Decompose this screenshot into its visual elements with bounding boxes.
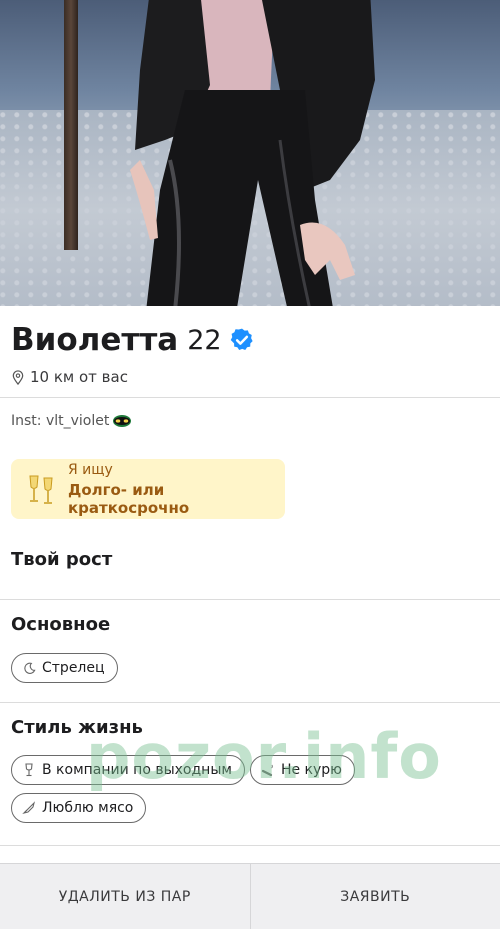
photo-person (130, 0, 375, 306)
chip-label: Стрелец (42, 660, 105, 676)
chip-zodiac: Стрелец (11, 653, 118, 683)
profile-header: Виолетта 22 10 км от вас (11, 318, 489, 389)
looking-for-value: Долго- или краткосрочно (68, 480, 190, 517)
chip-diet: Люблю мясо (11, 793, 147, 823)
bottom-action-bar: УДАЛИТЬ ИЗ ПАР ЗАЯВИТЬ (0, 863, 500, 929)
basic-chips: Стрелец (11, 653, 489, 683)
distance-text: 10 км от вас (30, 368, 128, 386)
champagne-glasses-icon (21, 469, 60, 509)
watermark: pozor.info (86, 720, 442, 793)
wine-glass-icon (22, 763, 36, 777)
bio-text: Inst: vlt_violet (11, 413, 110, 429)
utensils-icon (22, 801, 36, 815)
moon-icon (22, 661, 36, 675)
divider (0, 397, 500, 398)
divider (0, 599, 500, 600)
remove-match-button[interactable]: УДАЛИТЬ ИЗ ПАР (0, 864, 250, 929)
photo-post (64, 0, 78, 250)
report-button[interactable]: ЗАЯВИТЬ (251, 864, 500, 929)
profile-photo[interactable] (0, 0, 500, 306)
mask-emoji-icon (113, 415, 132, 427)
height-section-title[interactable]: Твой рост (11, 549, 112, 570)
location-pin-icon (12, 369, 24, 385)
divider (0, 845, 500, 846)
basic-section-title: Основное (11, 614, 111, 635)
looking-for-text: Я ищу Долго- или краткосрочно (68, 462, 285, 517)
verified-badge-icon (230, 328, 253, 350)
divider (0, 702, 500, 703)
profile-age: 22 (187, 324, 222, 356)
looking-for-label: Я ищу (68, 461, 113, 478)
distance-row: 10 км от вас (11, 365, 489, 389)
profile-name: Виолетта (11, 322, 179, 358)
bio: Inst: vlt_violet (11, 413, 132, 429)
chip-label: Люблю мясо (42, 800, 134, 816)
name-row: Виолетта 22 (11, 318, 489, 362)
looking-for-card: Я ищу Долго- или краткосрочно (11, 459, 285, 519)
